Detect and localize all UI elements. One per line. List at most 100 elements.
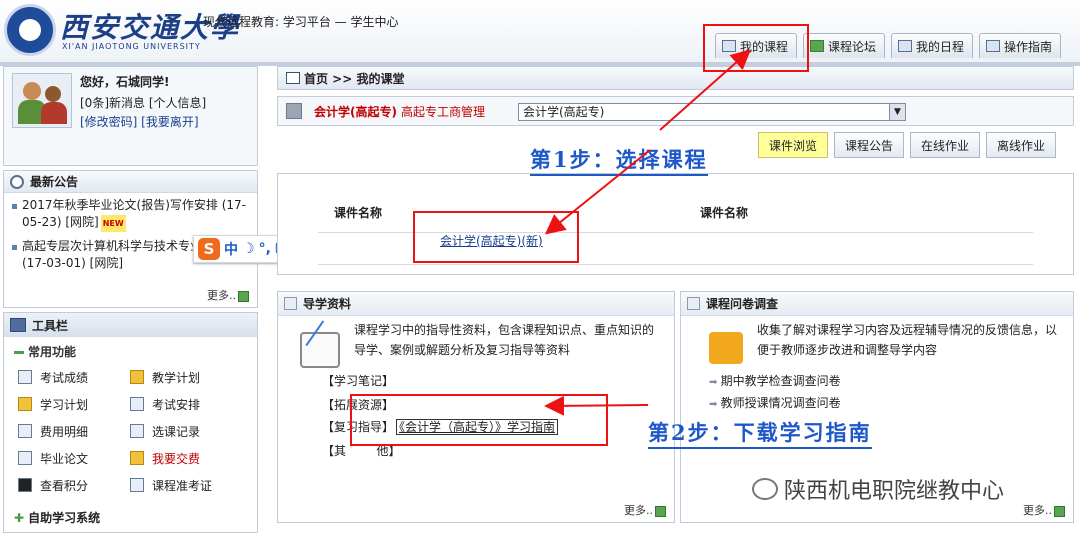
tool-label: 教学计划 [152, 370, 201, 385]
chevron-down-icon[interactable]: ▼ [889, 104, 905, 120]
tab-my-schedule[interactable]: 我的日程 [891, 33, 974, 58]
tool-course-records[interactable]: 选课记录 [130, 422, 240, 440]
toolbar-title: 工具栏 [32, 318, 69, 333]
records-icon [130, 424, 144, 438]
guide-item-notes[interactable]: 【学习笔记】 [322, 372, 394, 389]
guide-description: 课程学习中的指导性资料，包含课程知识点、重点知识的导学、案例或解题分析及复习指导… [354, 323, 655, 357]
tool-label: 我要交费 [152, 451, 201, 466]
tool-admission-ticket[interactable]: 课程准考证 [130, 476, 240, 494]
plus-icon: ✚ [14, 511, 25, 525]
guide-header: 导学资料 [278, 292, 674, 316]
tool-teaching-plan[interactable]: 教学计划 [130, 368, 240, 386]
notice-item[interactable]: 2017年秋季毕业论文(报告)写作安排 (17-05-23) [网院] NEW [4, 193, 257, 234]
survey-link[interactable]: 教师授课情况调查问卷 [709, 394, 841, 411]
course-select[interactable]: 会计学(高起专) ▼ [518, 103, 906, 121]
tool-study-plan[interactable]: 学习计划 [18, 395, 118, 413]
account-links[interactable]: [修改密码] [我要离开] [80, 113, 199, 130]
main-content: 首页 >> 我的课堂 会计学(高起专) 高起专工商管理 会计学(高起专) ▼ 课件… [277, 66, 1074, 533]
breadcrumb: 首页 >> 我的课堂 [277, 66, 1074, 90]
book-icon [986, 40, 1001, 52]
survey-link[interactable]: 期中教学检查调查问卷 [709, 372, 841, 389]
platform-subtitle: 现代远程教育: 学习平台 — 学生中心 [203, 15, 399, 29]
message-links[interactable]: [0条]新消息 [个人信息] [80, 94, 206, 111]
course-tabs: 课件浏览 课程公告 在线作业 离线作业 [758, 132, 1057, 158]
university-name-en: XI'AN JIAOTONG UNIVERSITY [62, 42, 201, 51]
greeting: 您好，石城同学! [80, 75, 170, 89]
exam-icon [130, 397, 144, 411]
tool-exam-scores[interactable]: 考试成绩 [18, 368, 118, 386]
university-seal-icon [4, 4, 56, 56]
tab-label: 我的日程 [916, 39, 965, 54]
more-label[interactable]: 更多.. [207, 289, 236, 302]
tool-thesis[interactable]: 毕业论文 [18, 449, 118, 467]
divider [318, 264, 1033, 265]
courseware-list: 课件名称 课件名称 会计学(高起专)(新) [277, 173, 1074, 275]
thesis-icon [18, 451, 32, 465]
step1-annotation: 第1步：选择课程 [530, 144, 708, 176]
tool-label: 查看积分 [40, 478, 89, 493]
column-header: 课件名称 [700, 206, 749, 220]
avatar [12, 73, 72, 128]
calendar-icon [898, 40, 913, 52]
more-label[interactable]: 更多.. [1023, 504, 1052, 517]
survey-more-link[interactable]: 更多.. [1023, 502, 1065, 518]
more-icon [655, 505, 666, 517]
section-label: 常用功能 [28, 345, 77, 359]
step2-annotation: 第2步：下载学习指南 [648, 417, 872, 449]
more-label[interactable]: 更多.. [624, 504, 653, 517]
ticket-icon [130, 478, 144, 492]
left-sidebar: 您好，石城同学! [0条]新消息 [个人信息] [修改密码] [我要离开] 最新… [0, 66, 260, 533]
toolbar-section: 常用功能 [4, 337, 257, 366]
fee-icon [18, 424, 32, 438]
column-header: 课件名称 [334, 206, 383, 220]
tab-courseware[interactable]: 课件浏览 [758, 132, 829, 158]
tab-online-homework[interactable]: 在线作业 [910, 132, 981, 158]
tool-points[interactable]: 查看积分 [18, 476, 118, 494]
notice-title: 最新公告 [30, 175, 79, 189]
highlight-box [350, 394, 608, 446]
tab-course-forum[interactable]: 课程论坛 [803, 33, 886, 58]
ime-mode[interactable]: 中 [224, 239, 238, 259]
survey-icon [709, 332, 743, 364]
toolbar-grid: 考试成绩 教学计划 学习计划 考试安排 费用明细 选课记录 毕业论文 我要交费 … [4, 366, 257, 496]
quill-icon [300, 332, 340, 368]
tool-exam-schedule[interactable]: 考试安排 [130, 395, 240, 413]
self-study-link[interactable]: ✚ 自助学习系统 [14, 509, 100, 526]
highlight-box [703, 24, 809, 72]
user-panel: 您好，石城同学! [0条]新消息 [个人信息] [修改密码] [我要离开] [3, 66, 258, 166]
more-icon [1054, 505, 1065, 517]
tab-offline-homework[interactable]: 离线作业 [986, 132, 1057, 158]
tab-course-notice[interactable]: 课程公告 [834, 132, 905, 158]
survey-title: 课程问卷调查 [706, 297, 779, 311]
scores-icon [18, 370, 32, 384]
guide-more-link[interactable]: 更多.. [624, 502, 666, 518]
notice-more-link[interactable]: 更多.. [207, 287, 249, 303]
tab-label: 操作指南 [1004, 39, 1053, 54]
home-icon [286, 72, 300, 84]
survey-header: 课程问卷调查 [681, 292, 1073, 316]
tool-fee-details[interactable]: 费用明细 [18, 422, 118, 440]
guide-title: 导学资料 [303, 297, 352, 311]
moon-icon[interactable]: ☽ [242, 241, 255, 257]
sogou-logo-icon[interactable]: S [198, 238, 220, 260]
survey-description: 收集了解对课程学习内容及远程辅导情况的反馈信息，以便于教师逐步改进和调整导学内容 [757, 323, 1058, 357]
tool-pay[interactable]: 我要交费 [130, 449, 240, 467]
select-value: 会计学(高起专) [523, 105, 605, 119]
collapse-icon [14, 351, 24, 354]
tool-label: 课程准考证 [152, 478, 213, 493]
tab-guide[interactable]: 操作指南 [979, 33, 1062, 58]
watermark-text: 陕西机电职院继教中心 [784, 479, 1005, 504]
plan-icon [130, 370, 144, 384]
punctuation-icon[interactable]: °, [259, 241, 271, 257]
current-major: 高起专工商管理 [400, 104, 485, 119]
highlight-box [413, 211, 579, 263]
notice-text[interactable]: 2017年秋季毕业论文(报告)写作安排 (17-05-23) [网院] [22, 198, 246, 229]
toolbar-panel: 工具栏 常用功能 考试成绩 教学计划 学习计划 考试安排 费用明细 选课记录 毕… [3, 312, 258, 533]
toolbar-header: 工具栏 [4, 313, 257, 337]
self-study-label: 自助学习系统 [28, 511, 101, 525]
clock-icon [10, 174, 24, 189]
tool-label: 考试成绩 [40, 370, 89, 385]
breadcrumb-text[interactable]: 首页 >> 我的课堂 [304, 70, 404, 87]
watermark: 陕西机电职院继教中心 [752, 473, 1004, 505]
tool-label: 选课记录 [152, 424, 201, 439]
